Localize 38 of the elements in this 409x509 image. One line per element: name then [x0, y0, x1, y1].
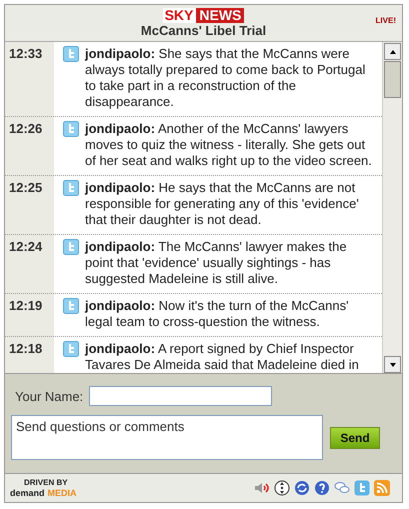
name-field[interactable] [89, 386, 272, 406]
entry-time: 12:33 [8, 46, 44, 63]
bird-app-icon [63, 239, 79, 255]
bird-app-icon [63, 341, 79, 357]
scroll-up-button[interactable] [384, 43, 401, 60]
up-arrow-icon [388, 48, 396, 56]
page-title: McCanns' Libel Trial [140, 23, 266, 39]
entry-text: jondipaolo: He says that the McCanns are not responsible for generating any of this 'evidence' that their daughter is not dead. [85, 180, 360, 228]
scrollbar[interactable] [382, 42, 402, 373]
entry-text: jondipaolo: The McCanns' lawyer makes the point that 'evidence' usually sightings - has suggested Madeleine is still alive. [85, 239, 348, 287]
name-label: Your Name: [15, 388, 84, 404]
entry-time: 12:18 [8, 341, 44, 358]
bird-app-icon[interactable] [354, 480, 370, 496]
entry-time: 12:24 [8, 239, 44, 256]
bird-app-icon [63, 46, 79, 62]
entry-text: jondipaolo: Now it's the turn of the McCanns' legal team to cross-question the witness. [85, 298, 350, 330]
comment-field[interactable]: Send questions or comments [11, 415, 323, 460]
chat-icon[interactable] [334, 480, 350, 496]
entry-text: jondipaolo: Another of the McCanns' lawyers moves to quiz the witness - literally. She gets out of her seat and walks right up to the video screen. [85, 121, 373, 169]
logo: SKY NEWS [162, 8, 244, 23]
entry-time: 12:26 [8, 121, 44, 138]
entry-time: 12:25 [8, 180, 44, 197]
send-button[interactable]: Send [330, 426, 380, 448]
down-arrow-icon [388, 360, 396, 368]
entry-text: jondipaolo: A report signed by Chief Inspector Tavares De Almeida said that Madeleine died in [85, 341, 360, 373]
scroll-thumb[interactable] [384, 61, 401, 98]
brand-logo: DRIVEN BY demand MEDIA [10, 478, 77, 498]
entry-text: jondipaolo: She says that the McCanns were always totally prepared to come back to Portugal to take part in a reconstruction of the disappearance. [85, 46, 366, 110]
bird-app-icon [63, 180, 79, 196]
speaker-icon[interactable] [254, 480, 270, 496]
bird-app-icon [63, 121, 79, 137]
help-icon[interactable] [314, 480, 330, 496]
scroll-down-button[interactable] [384, 356, 401, 373]
bird-app-icon [63, 298, 79, 314]
refresh-icon[interactable] [294, 480, 310, 496]
rss-icon[interactable] [374, 480, 390, 496]
live-label: LIVE! [376, 16, 396, 25]
entry-time: 12:19 [8, 298, 44, 315]
